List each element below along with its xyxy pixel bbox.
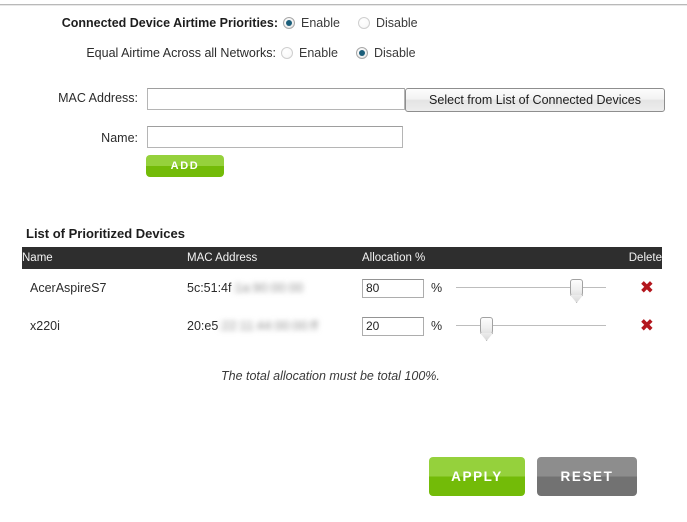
equal-airtime-options: Enable Disable — [272, 44, 416, 62]
radio-equal-airtime-enable-label: Enable — [299, 46, 338, 60]
top-divider-highlight — [0, 5, 687, 6]
radio-equal-airtime-enable[interactable]: Enable — [281, 46, 338, 60]
allocation-slider[interactable] — [456, 277, 607, 299]
column-header-allocation: Allocation % — [362, 252, 426, 264]
percent-sign: % — [431, 281, 443, 295]
device-name-label: Name: — [101, 131, 138, 145]
column-header-delete: Delete — [628, 252, 662, 264]
table-row: x220i 20:e5:22:11:44:00:00:ff % ✖ — [22, 307, 662, 345]
column-header-mac-address: MAC Address — [187, 252, 258, 264]
radio-equal-airtime-disable[interactable]: Disable — [355, 46, 416, 60]
mac-visible-part: 5c:51:4f — [187, 281, 232, 295]
radio-priorities-disable[interactable]: Disable — [357, 16, 418, 30]
slider-handle[interactable] — [480, 317, 494, 336]
device-mac-cell: 5c:51:4f:1a:90:00:00 — [187, 281, 362, 295]
prioritized-devices-table: Name MAC Address Allocation % Delete Ace… — [22, 247, 662, 345]
delete-cell: ✖ — [612, 317, 662, 335]
airtime-priorities-page: Connected Device Airtime Priorities: Ena… — [0, 0, 687, 522]
radio-off-icon[interactable] — [281, 47, 293, 59]
radio-on-icon[interactable] — [355, 47, 368, 59]
radio-equal-airtime-disable-label: Disable — [373, 46, 416, 60]
allocation-input[interactable] — [362, 316, 424, 336]
table-row: AcerAspireS7 5c:51:4f:1a:90:00:00 % ✖ — [22, 269, 662, 307]
delete-cell: ✖ — [612, 279, 662, 297]
row-equal-airtime-label: Equal Airtime Across all Networks: — [0, 44, 276, 62]
red-x-icon[interactable]: ✖ — [640, 279, 654, 297]
device-name-cell: AcerAspireS7 — [30, 281, 107, 295]
device-mac-cell: 20:e5:22:11:44:00:00:ff — [187, 319, 362, 333]
allocation-input[interactable] — [362, 278, 424, 298]
apply-button[interactable]: APPLY — [429, 457, 525, 496]
red-x-icon[interactable]: ✖ — [640, 317, 654, 335]
slider-track — [456, 287, 607, 288]
reset-button[interactable]: RESET — [537, 457, 637, 496]
radio-priorities-disable-label: Disable — [375, 16, 418, 30]
mac-address-label: MAC Address: — [58, 91, 138, 105]
select-from-connected-devices-button[interactable]: Select from List of Connected Devices — [405, 88, 665, 112]
device-name-input[interactable] — [147, 126, 403, 148]
table-header-row: Name MAC Address Allocation % Delete — [22, 247, 662, 269]
add-button[interactable]: ADD — [146, 155, 224, 177]
mac-redacted-part: :1a:90:00:00 — [231, 281, 304, 295]
device-name-cell: x220i — [30, 319, 60, 333]
percent-sign: % — [431, 319, 443, 333]
column-header-name: Name — [22, 252, 53, 264]
connected-device-airtime-priorities-label: Connected Device Airtime Priorities: — [61, 16, 278, 30]
mac-visible-part: 20:e5 — [187, 319, 219, 333]
allocation-note: The total allocation must be total 100%. — [221, 369, 440, 383]
radio-priorities-enable-label: Enable — [301, 16, 340, 30]
slider-handle[interactable] — [570, 279, 584, 298]
allocation-cell: % — [362, 277, 612, 299]
allocation-slider[interactable] — [456, 315, 607, 337]
radio-off-icon[interactable] — [357, 17, 370, 29]
radio-on-icon[interactable] — [283, 17, 295, 29]
row-connected-device-airtime-priorities-label: Connected Device Airtime Priorities: — [0, 14, 278, 32]
equal-airtime-across-networks-label: Equal Airtime Across all Networks: — [86, 46, 276, 60]
slider-track — [456, 325, 607, 326]
radio-priorities-enable[interactable]: Enable — [283, 16, 340, 30]
list-of-prioritized-devices-heading: List of Prioritized Devices — [26, 226, 185, 241]
allocation-cell: % — [362, 315, 612, 337]
mac-redacted-part: :22:11:44:00:00:ff — [218, 319, 319, 333]
mac-address-input[interactable] — [147, 88, 405, 110]
connected-device-airtime-priorities-options: Enable Disable — [274, 14, 418, 32]
